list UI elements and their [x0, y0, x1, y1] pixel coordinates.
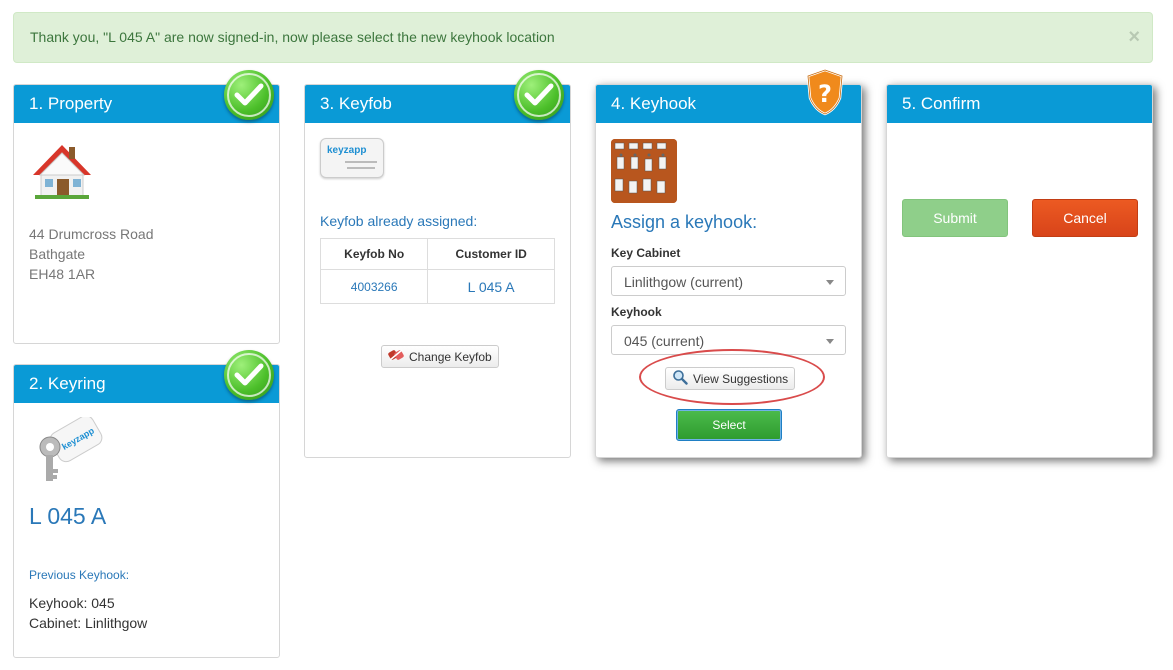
house-icon — [29, 137, 95, 206]
assign-keyhook-heading: Assign a keyhook: — [611, 212, 758, 232]
customer-id: L 045 A — [427, 269, 555, 304]
key-cabinet-value: Linlithgow (current) — [624, 274, 744, 290]
cancel-button-label: Cancel — [1063, 210, 1107, 226]
address-line-3: EH48 1AR — [29, 266, 96, 282]
table-row: 4003266 L 045 A — [319, 269, 555, 304]
previous-keyhook-label: Previous Keyhook: — [29, 568, 130, 582]
chevron-down-icon — [826, 339, 834, 344]
submit-button[interactable]: Submit — [902, 199, 1008, 237]
address: 44 Drumcross Road Bathgate EH48 1AR — [29, 224, 154, 284]
key-tag-icon: keyzapp — [28, 415, 114, 492]
svg-text:?: ? — [818, 80, 832, 108]
keyhook-label: Keyhook — [611, 305, 662, 319]
check-circle-icon — [514, 70, 564, 120]
highlight-ellipse — [639, 349, 825, 405]
keyhook-panel: 4. Keyhook Assign a keyhook: Key Cabinet… — [595, 84, 862, 458]
change-keyfob-button[interactable]: Change Keyfob — [381, 345, 499, 368]
select-button-label: Select — [712, 418, 746, 432]
check-circle-icon — [224, 350, 274, 400]
confirm-panel: 5. Confirm Submit Cancel — [886, 84, 1153, 458]
change-keyfob-label: Change Keyfob — [409, 349, 492, 364]
question-shield-icon: ? — [804, 68, 846, 121]
property-panel: 1. Property 44 Drumcross Road Bathgate E… — [13, 84, 280, 344]
cancel-button[interactable]: Cancel — [1032, 199, 1138, 237]
unlink-icon — [388, 348, 404, 365]
close-icon[interactable]: × — [1128, 13, 1140, 62]
select-button[interactable]: Select — [676, 409, 782, 441]
keyfob-card-icon: keyzapp — [320, 138, 384, 178]
keyring-code: L 045 A — [29, 503, 107, 529]
check-circle-icon — [224, 70, 274, 120]
previous-keyhook: Keyhook: 045 — [29, 595, 115, 611]
alert-message: Thank you, "L 045 A" are now signed-in, … — [30, 29, 555, 45]
address-line-2: Bathgate — [29, 246, 86, 262]
previous-cabinet: Cabinet: Linlithgow — [29, 615, 148, 631]
address-line-1: 44 Drumcross Road — [29, 226, 154, 242]
success-alert: Thank you, "L 045 A" are now signed-in, … — [13, 12, 1153, 63]
keyfob-assigned-text: Keyfob already assigned: — [320, 213, 478, 229]
keyhook-value: 045 (current) — [624, 333, 705, 349]
keyring-panel: 2. Keyring keyzapp L 045 A Previous Keyh… — [13, 364, 280, 658]
keyfob-table: Keyfob No Customer ID 4003266 L 045 A — [319, 238, 555, 304]
key-cabinet-select[interactable]: Linlithgow (current) — [611, 266, 846, 296]
panel-title: 5. Confirm — [887, 85, 1152, 123]
table-header: Customer ID — [427, 238, 555, 270]
keyhook-board-image — [611, 139, 677, 203]
key-cabinet-label: Key Cabinet — [611, 246, 681, 260]
table-header: Keyfob No — [319, 238, 429, 270]
submit-button-label: Submit — [933, 210, 977, 226]
fob-brand: keyzapp — [327, 145, 367, 156]
chevron-down-icon — [826, 280, 834, 285]
keyfob-panel: 3. Keyfob keyzapp Keyfob already assigne… — [304, 84, 571, 458]
table-header-row: Keyfob No Customer ID — [319, 238, 555, 270]
keyfob-number: 4003266 — [319, 269, 429, 304]
